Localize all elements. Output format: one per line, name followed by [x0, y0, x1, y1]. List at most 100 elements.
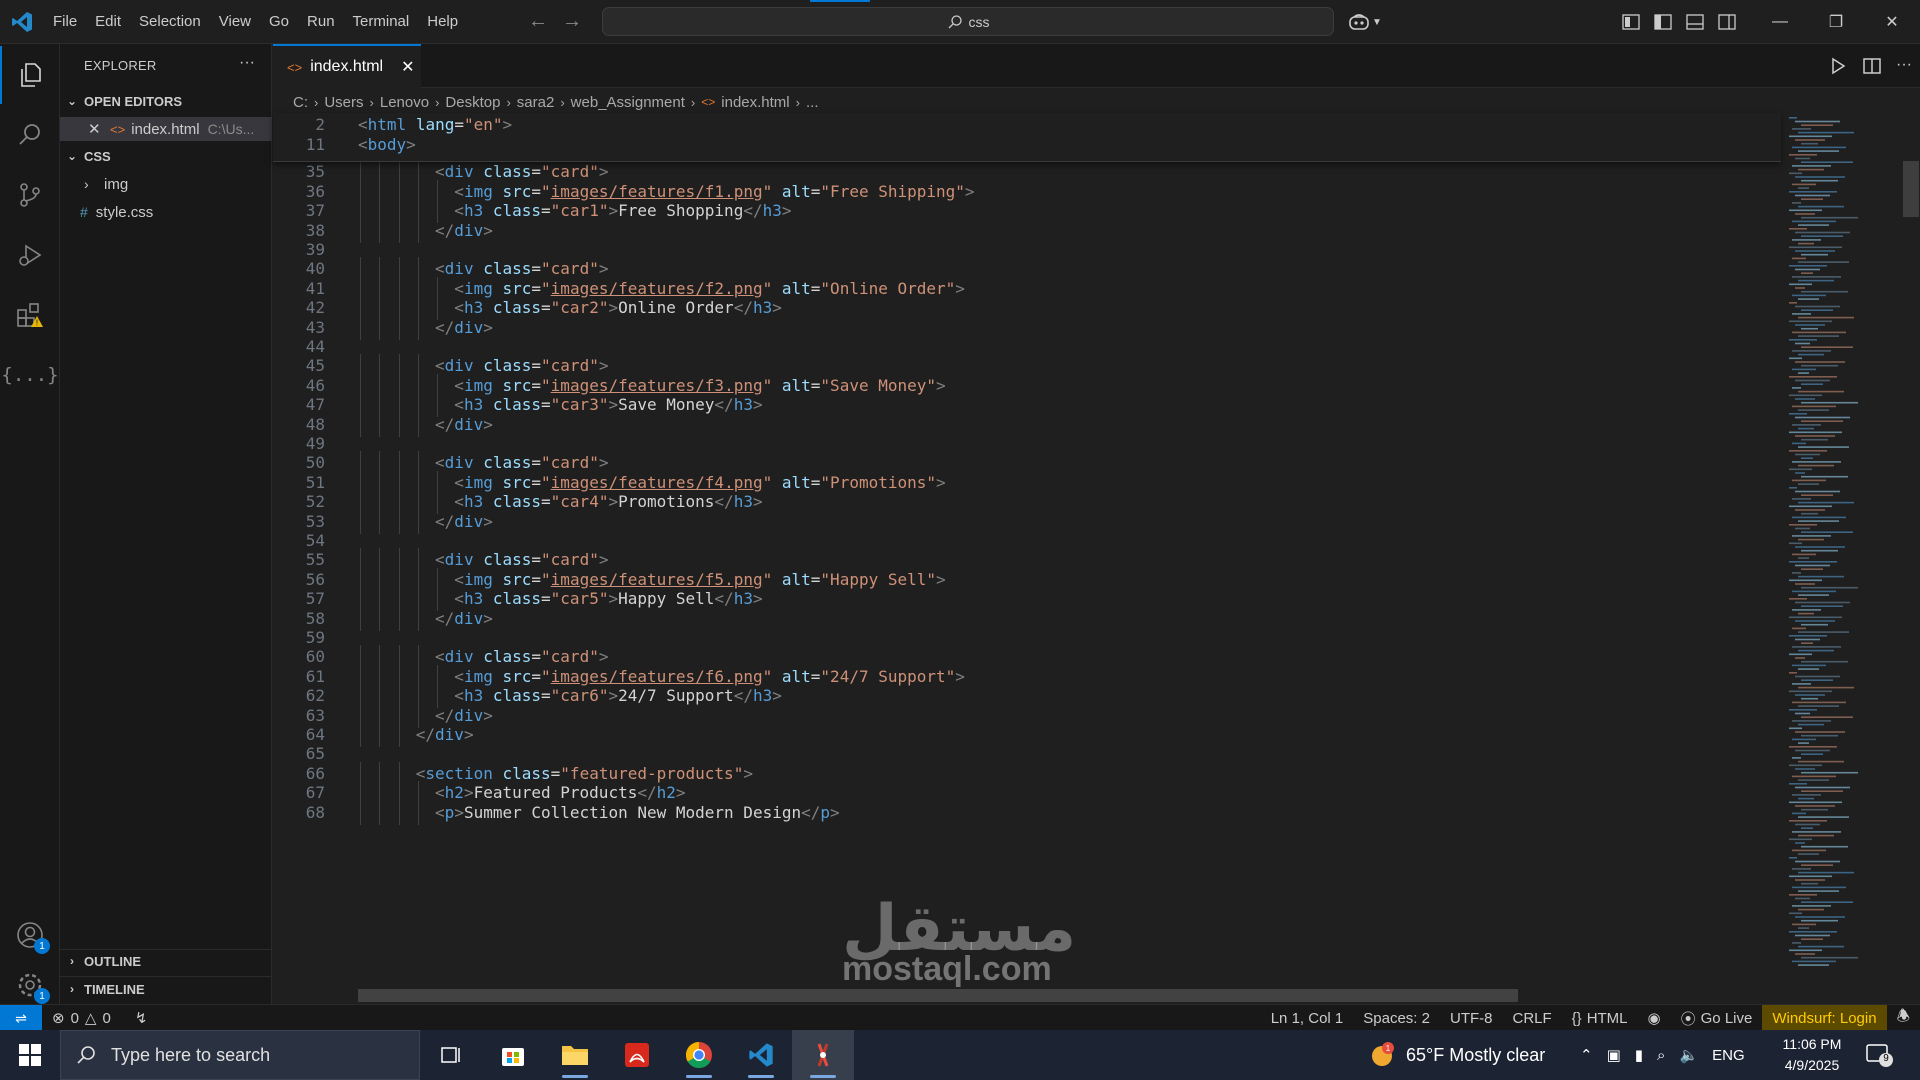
close-tab-icon[interactable]: ✕	[401, 57, 414, 77]
code-token[interactable]: images/features/f1.png	[551, 182, 763, 201]
extensions-activity[interactable]: !	[0, 286, 60, 344]
code-line[interactable]: 68 <p>Summer Collection New Modern Design…	[273, 800, 1781, 825]
breadcrumb-item[interactable]: C:	[293, 94, 308, 111]
code-token: >	[608, 589, 619, 609]
warning-count[interactable]: 0	[102, 1010, 110, 1027]
minimize-icon[interactable]: —	[1752, 0, 1808, 44]
code-token[interactable]: images/features/f5.png	[551, 570, 763, 589]
code-token[interactable]: images/features/f4.png	[551, 473, 763, 492]
code-line[interactable]: 11 <body>	[273, 133, 1781, 157]
notification-center[interactable]: 9	[1864, 1042, 1894, 1068]
remote-icon[interactable]: ⇌	[0, 1005, 42, 1031]
breadcrumb-item[interactable]: Users	[324, 94, 363, 111]
code-token[interactable]: images/features/f3.png	[551, 376, 763, 395]
back-arrow-icon[interactable]: ←	[528, 10, 548, 33]
menu-terminal[interactable]: Terminal	[344, 0, 419, 44]
error-count[interactable]: 0	[71, 1010, 79, 1027]
toggle-primary-sidebar-icon[interactable]	[1652, 11, 1674, 33]
microsoft-store-app[interactable]	[482, 1030, 544, 1080]
forward-arrow-icon[interactable]: →	[562, 10, 582, 33]
end-of-line[interactable]: CRLF	[1502, 1010, 1561, 1027]
file-explorer-app[interactable]	[544, 1030, 606, 1080]
breadcrumb-item[interactable]: ...	[806, 94, 819, 111]
menu-help[interactable]: Help	[418, 0, 467, 44]
language-indicator[interactable]: ENG	[1712, 1047, 1745, 1064]
copilot-button[interactable]: ▼	[1348, 10, 1388, 34]
menu-go[interactable]: Go	[260, 0, 298, 44]
menu-edit[interactable]: Edit	[86, 0, 130, 44]
breadcrumb-item[interactable]: index.html	[721, 94, 789, 111]
notifications-bell-icon[interactable]: 🕭	[1887, 1006, 1920, 1031]
close-icon[interactable]: ✕	[88, 120, 104, 138]
cursor-position[interactable]: Ln 1, Col 1	[1261, 1010, 1354, 1027]
screen-capture-app[interactable]	[792, 1030, 854, 1080]
language-mode[interactable]: {} HTML	[1562, 1010, 1638, 1027]
start-button[interactable]	[0, 1030, 60, 1080]
system-tray: ⌃ ▣ ▮ ⌕ 🔈 ENG	[1580, 1030, 1745, 1080]
search-activity[interactable]	[0, 106, 60, 164]
copilot-status-icon[interactable]: ◉	[1638, 1009, 1671, 1027]
menu-run[interactable]: Run	[298, 0, 344, 44]
code-token: class	[483, 162, 532, 182]
chevron-up-icon[interactable]: ⌃	[1580, 1046, 1593, 1064]
chrome-app[interactable]	[668, 1030, 730, 1080]
command-center-search[interactable]: css	[602, 7, 1334, 36]
code-token: >	[598, 162, 609, 182]
tree-item-style-css[interactable]: # style.css	[60, 200, 272, 224]
code-token: =	[810, 472, 821, 492]
open-editor-item[interactable]: ✕ <> index.html C:\Us...	[60, 117, 272, 141]
more-actions-icon[interactable]: ···	[239, 54, 255, 72]
outline-header[interactable]: › OUTLINE	[60, 950, 272, 972]
acrobat-app[interactable]	[606, 1030, 668, 1080]
customize-layout-icon[interactable]	[1620, 11, 1642, 33]
open-editors-header[interactable]: ⌄ OPEN EDITORS	[60, 90, 272, 112]
code-editor[interactable]: 2<html lang="en">11<body> 34<div class="…	[273, 113, 1920, 1004]
breadcrumb-item[interactable]: Lenovo	[380, 94, 429, 111]
tree-item-img[interactable]: › img	[60, 172, 272, 196]
run-icon[interactable]	[1828, 56, 1848, 76]
vscode-app[interactable]	[730, 1030, 792, 1080]
toggle-panel-icon[interactable]	[1684, 11, 1706, 33]
clock[interactable]: 11:06 PM 4/9/2025	[1772, 1034, 1852, 1076]
breadcrumb-item[interactable]: sara2	[517, 94, 555, 111]
menu-view[interactable]: View	[210, 0, 260, 44]
indentation[interactable]: Spaces: 2	[1353, 1010, 1440, 1027]
code-token[interactable]: images/features/f2.png	[551, 279, 763, 298]
toggle-secondary-sidebar-icon[interactable]	[1716, 11, 1738, 33]
windsurf-login-button[interactable]: Windsurf: Login	[1762, 1005, 1887, 1031]
code-token[interactable]: images/features/f6.png	[551, 667, 763, 686]
close-window-icon[interactable]: ✕	[1864, 0, 1920, 44]
battery-icon[interactable]: ▮	[1635, 1046, 1643, 1064]
code-token: src	[502, 278, 532, 298]
more-actions-icon[interactable]: ···	[1896, 56, 1912, 76]
split-editor-icon[interactable]	[1862, 56, 1882, 76]
json-activity[interactable]: {...}	[0, 346, 60, 404]
taskbar-search[interactable]: Type here to search	[60, 1030, 420, 1080]
volume-icon[interactable]: 🔈	[1679, 1046, 1698, 1064]
timeline-header[interactable]: › TIMELINE	[60, 978, 272, 1000]
wifi-icon[interactable]: ⌕	[1657, 1047, 1665, 1064]
menu-selection[interactable]: Selection	[130, 0, 210, 44]
device-icon[interactable]: ▣	[1607, 1046, 1621, 1064]
explorer-activity[interactable]	[0, 46, 60, 104]
warning-icon: △	[84, 1010, 97, 1027]
task-view-button[interactable]	[420, 1030, 482, 1080]
restore-icon[interactable]: ❐	[1808, 0, 1864, 44]
vertical-scrollbar[interactable]	[1903, 113, 1919, 1004]
minimap-line	[1795, 564, 1830, 567]
lightning-icon[interactable]: ↯	[135, 1009, 148, 1027]
folder-header[interactable]: ⌄ CSS	[60, 145, 272, 167]
weather-widget[interactable]: 1 65°F Mostly clear	[1368, 1030, 1545, 1080]
go-live-button[interactable]: ⦿ Go Live	[1671, 1008, 1763, 1029]
tab-index-html[interactable]: <> index.html ✕	[273, 44, 421, 88]
minimap[interactable]	[1781, 113, 1901, 1004]
encoding[interactable]: UTF-8	[1440, 1010, 1503, 1027]
vertical-scrollbar-thumb[interactable]	[1903, 161, 1919, 217]
source-control-activity[interactable]	[0, 166, 60, 224]
menu-file[interactable]: File	[44, 0, 86, 44]
run-debug-activity[interactable]	[0, 226, 60, 284]
breadcrumb-item[interactable]: web_Assignment	[571, 94, 685, 111]
breadcrumb-separator-icon: ›	[795, 94, 800, 110]
breadcrumb-item[interactable]: Desktop	[445, 94, 500, 111]
horizontal-scrollbar-thumb[interactable]	[358, 989, 1518, 1002]
